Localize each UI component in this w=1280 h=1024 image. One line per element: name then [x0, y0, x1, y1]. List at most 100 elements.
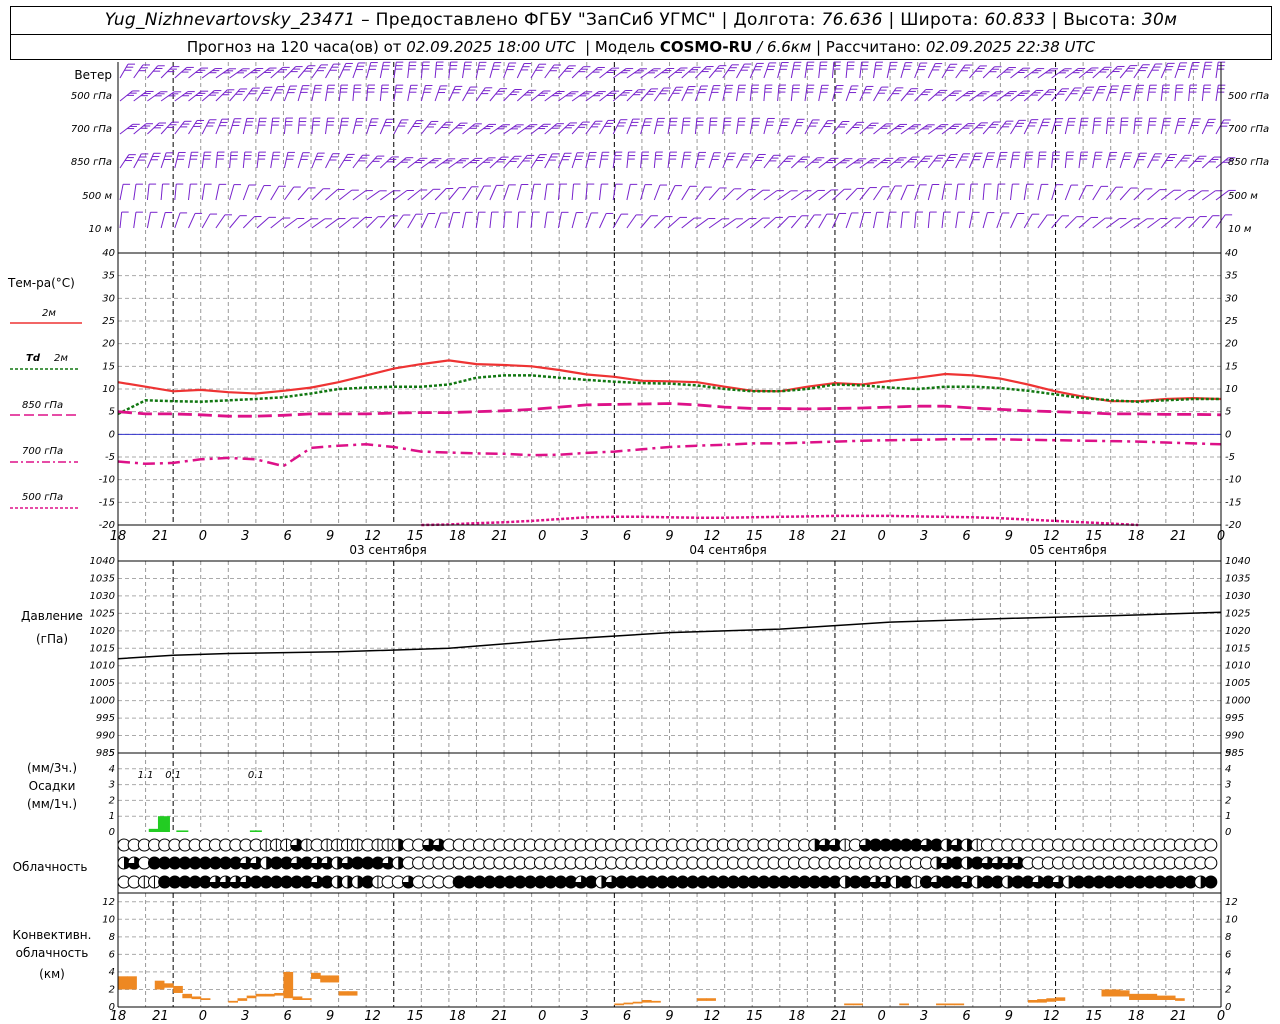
wind-barb — [585, 212, 592, 229]
wind-barb — [530, 123, 545, 135]
wind-barb — [654, 68, 668, 79]
legend-500-label: 500 гПа — [22, 492, 63, 503]
wind-barb — [558, 122, 571, 135]
wind-barb — [434, 188, 447, 201]
wind-barb — [160, 91, 175, 102]
x-tick-label-bottom: 15 — [407, 1009, 424, 1024]
pressure-tick-left: 1015 — [90, 643, 115, 654]
wind-barb — [283, 152, 289, 169]
wind-barb — [530, 63, 540, 79]
wind-barb — [653, 184, 661, 201]
conv-cloud-bar — [706, 998, 716, 1001]
wind-barb — [763, 154, 775, 169]
wind-barb — [325, 118, 329, 135]
wind-barb — [1215, 62, 1219, 79]
wind-barb — [311, 64, 322, 79]
wind-barb — [420, 213, 429, 229]
conv-cloud-bar — [623, 1002, 634, 1005]
temp-tick-left: 40 — [102, 248, 115, 259]
wind-barb — [571, 212, 577, 229]
wind-barb — [955, 212, 959, 229]
wind-barb — [996, 184, 999, 201]
wind-barb — [982, 212, 988, 229]
wind-barb — [174, 184, 177, 201]
pressure-tick-left: 1000 — [90, 696, 115, 707]
conv-tick-right: 6 — [1225, 949, 1231, 960]
temp-tick-left: 20 — [102, 339, 115, 350]
x-tick-label-top: 21 — [152, 529, 169, 544]
wind-barb — [749, 63, 758, 79]
wind-barb — [434, 212, 442, 229]
x-tick-label-bottom: 3 — [920, 1009, 928, 1024]
cloud-circle — [1204, 856, 1218, 870]
cloud-title: Облачность — [13, 860, 88, 874]
precip-3h-label: 0.1 — [165, 770, 181, 781]
wind-barb — [256, 152, 260, 169]
wind-barb — [1092, 118, 1096, 135]
wind-barb — [955, 184, 959, 201]
wind-barb — [982, 152, 989, 169]
conv-cloud-bar — [118, 976, 128, 990]
wind-barb — [941, 123, 955, 135]
wind-barb — [270, 217, 284, 229]
wind-barb — [1160, 118, 1165, 135]
wind-barb — [1119, 85, 1125, 102]
conv-cloud-bar — [1129, 993, 1139, 1000]
wind-barb — [927, 212, 931, 229]
pressure-tick-right: 1015 — [1225, 643, 1250, 654]
wind-barb — [1037, 214, 1048, 229]
x-tick-label-bottom: 21 — [492, 1009, 509, 1024]
wind-barb — [845, 188, 858, 201]
wind-barb — [242, 118, 248, 135]
wind-barb — [1160, 217, 1175, 229]
x-tick-label-top: 18 — [449, 529, 466, 544]
x-tick-label-bottom: 21 — [1170, 1009, 1187, 1024]
wind-barb — [311, 118, 314, 135]
wind-barb — [297, 65, 309, 79]
wind-barb — [1064, 216, 1077, 229]
wind-barb — [1092, 66, 1105, 79]
wind-barb — [338, 118, 343, 135]
wind-barb — [297, 118, 300, 135]
wind-barb — [489, 156, 502, 169]
wind-barb — [763, 190, 778, 201]
x-tick-label-bottom: 6 — [623, 1009, 631, 1024]
wind-barb — [256, 185, 265, 201]
wind-barb — [270, 185, 280, 201]
wind-barb — [256, 87, 266, 102]
pressure-tick-right: 990 — [1225, 731, 1244, 742]
wind-barb — [1215, 190, 1230, 201]
wind-barb — [1078, 185, 1087, 201]
pressure-tick-right: 1010 — [1225, 661, 1250, 672]
wind-barb — [1133, 218, 1148, 229]
wind-barb — [736, 189, 749, 201]
x-tick-label-bottom: 21 — [152, 1009, 169, 1024]
x-tick-label-top: 0 — [1217, 529, 1225, 544]
wind-barb — [229, 152, 232, 169]
x-tick-label-bottom: 9 — [1005, 1009, 1013, 1024]
x-tick-label-top: 9 — [326, 529, 334, 544]
wind-barb — [955, 64, 966, 79]
temp-tick-right: 30 — [1225, 293, 1238, 304]
wind-barb — [338, 154, 349, 169]
wind-barb — [626, 214, 637, 229]
precip-tick-left: 1 — [109, 811, 115, 822]
wind-barb — [996, 212, 1003, 229]
conv-cloud-bar — [173, 985, 183, 993]
wind-barb — [653, 152, 657, 169]
day-label-3: 05 сентября — [1029, 543, 1106, 557]
wind-barb — [201, 184, 206, 201]
pressure-title: Давление — [21, 609, 83, 623]
wind-barb — [544, 123, 558, 135]
wind-barb — [421, 188, 434, 201]
wind-barb — [147, 122, 160, 135]
wind-barb — [571, 184, 575, 201]
wind-barb — [1174, 118, 1180, 135]
wind-barb — [873, 212, 878, 229]
wind-barb — [653, 216, 666, 229]
wind-barb — [188, 213, 196, 229]
conv-cloud-bar — [347, 991, 358, 996]
wind-barb — [927, 63, 936, 79]
wind-barb — [1078, 118, 1083, 135]
wind-barb — [640, 68, 654, 79]
